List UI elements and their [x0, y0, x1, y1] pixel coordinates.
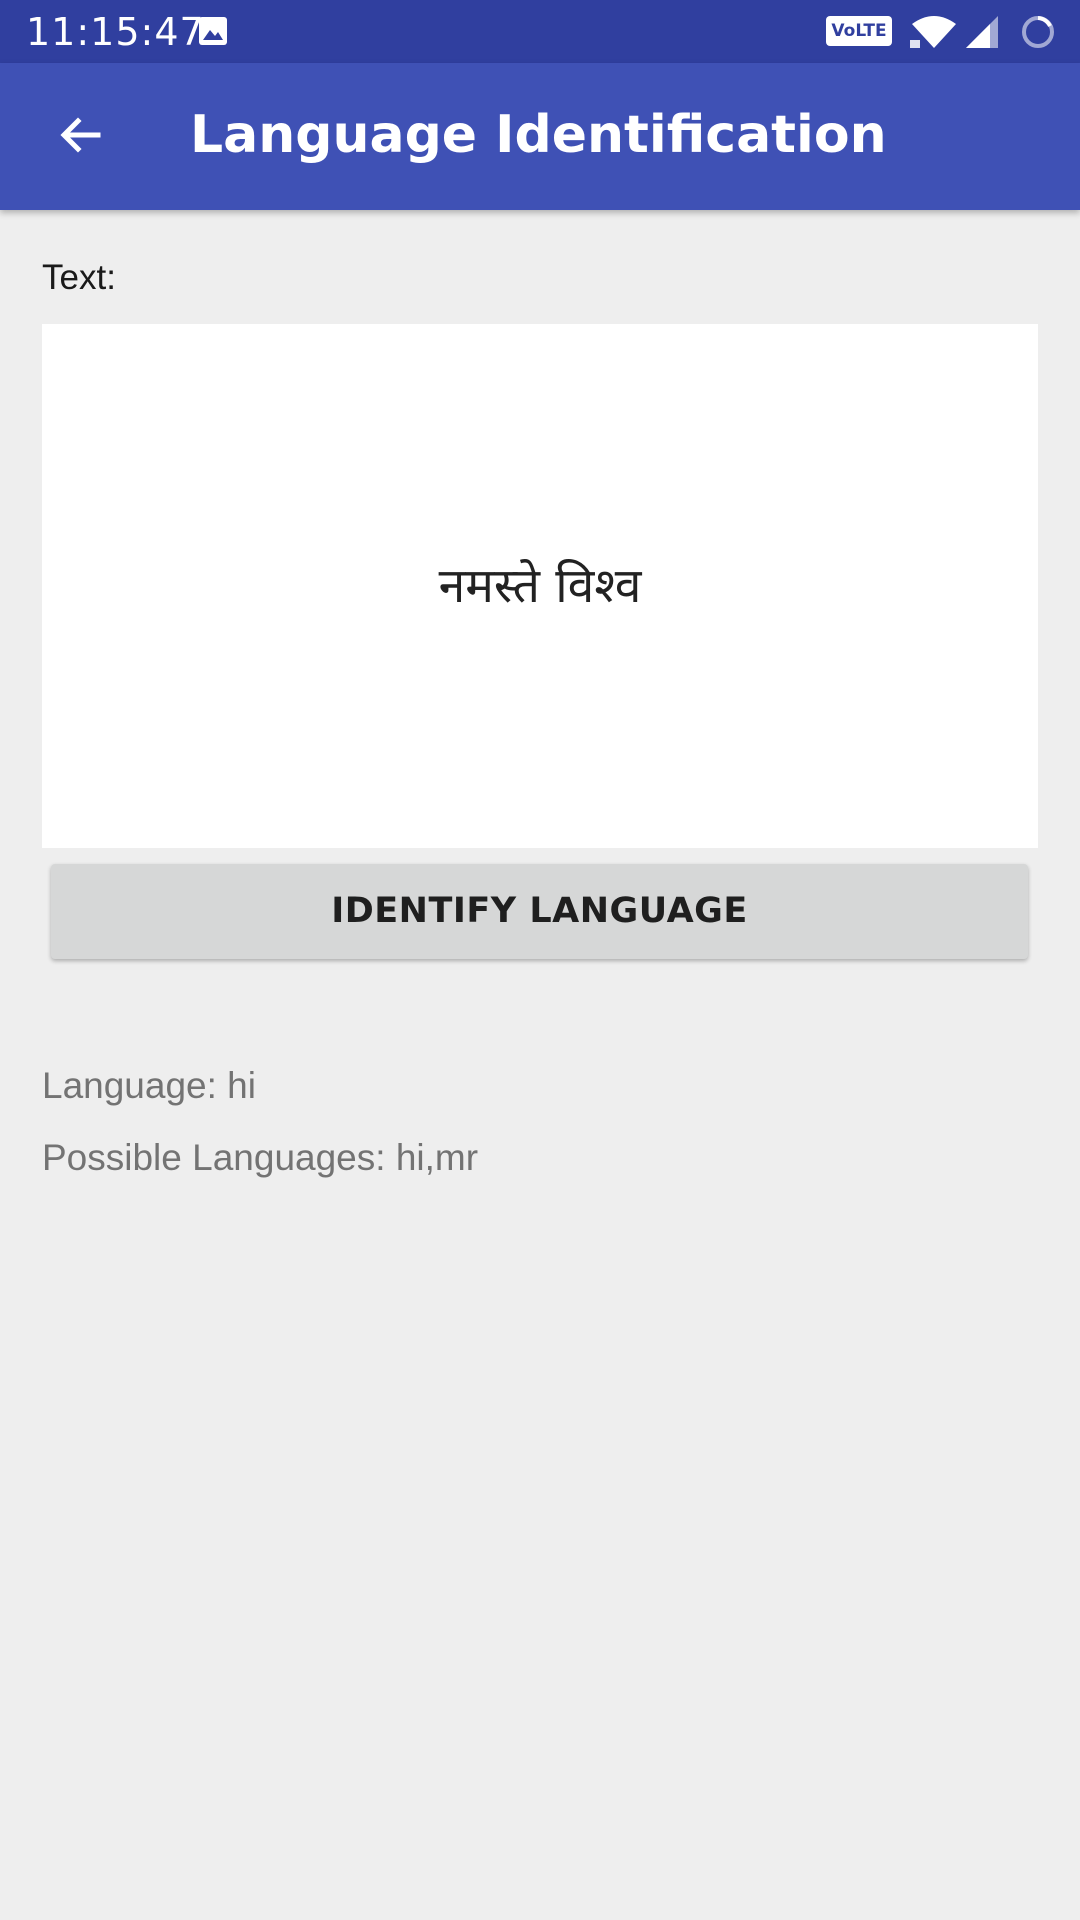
gallery-icon	[198, 16, 228, 46]
signal-icon	[964, 14, 1000, 50]
battery-icon	[1020, 14, 1056, 50]
language-result: Language: hi	[42, 1065, 256, 1106]
arrow-back-icon	[56, 111, 104, 163]
text-label: Text:	[42, 258, 116, 297]
back-button[interactable]	[30, 87, 130, 187]
status-bar: 11:15:47 VoLTE	[0, 0, 1080, 63]
possible-languages-result: Possible Languages: hi,mr	[42, 1137, 479, 1178]
status-time: 11:15:47	[26, 10, 205, 54]
identify-language-button[interactable]: IDENTIFY LANGUAGE	[51, 864, 1028, 959]
page-title: Language Identification	[190, 105, 887, 165]
wifi-icon	[910, 14, 958, 50]
volte-icon: VoLTE	[826, 16, 892, 46]
app-bar: Language Identification	[0, 63, 1080, 210]
text-input[interactable]: नमस्ते विश्व	[42, 324, 1038, 848]
